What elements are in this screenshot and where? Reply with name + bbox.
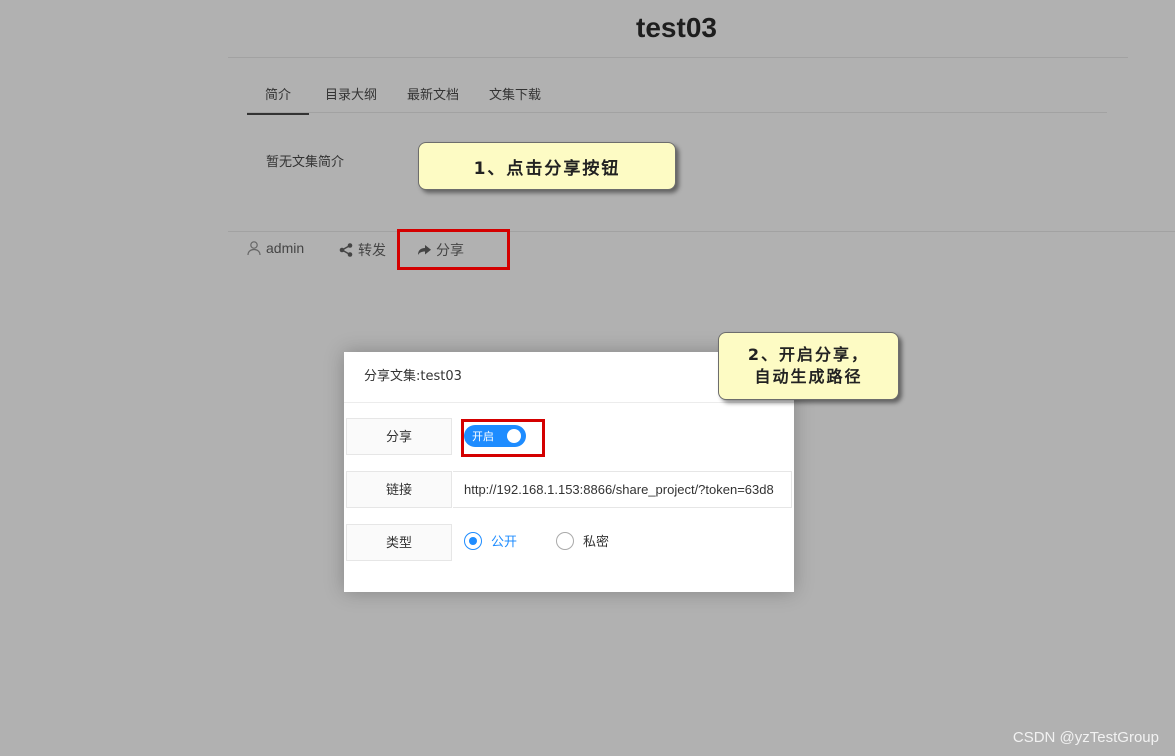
page-title: test03	[636, 12, 717, 43]
share-link-field[interactable]: http://192.168.1.153:8866/share_project/…	[453, 471, 792, 508]
radio-public-label: 公开	[491, 535, 518, 550]
tab-divider	[247, 112, 1107, 113]
title-divider	[228, 57, 1128, 58]
watermark: CSDN @yzTestGroup	[1012, 729, 1159, 746]
author-info: admin	[246, 240, 304, 256]
author-name: admin	[266, 240, 305, 256]
tab-outline[interactable]: 目录大纲	[325, 80, 377, 115]
type-row-label: 类型	[346, 524, 452, 561]
share-row: 分享 开启	[346, 418, 792, 455]
type-row: 类型 公开 私密	[346, 524, 792, 561]
link-row: 链接 http://192.168.1.153:8866/share_proje…	[346, 471, 792, 508]
user-icon	[246, 240, 262, 256]
highlight-share-toggle	[461, 419, 545, 457]
type-row-field: 公开 私密	[453, 524, 792, 561]
tab-intro[interactable]: 简介	[247, 80, 310, 115]
radio-public[interactable]: 公开	[464, 531, 517, 550]
radio-private[interactable]: 私密	[556, 531, 609, 550]
share-row-label: 分享	[346, 418, 452, 455]
tab-download[interactable]: 文集下载	[489, 80, 541, 115]
radio-private-label: 私密	[583, 535, 610, 550]
radio-private-circle	[556, 531, 574, 550]
forward-label: 转发	[358, 243, 386, 259]
forward-button[interactable]: 转发	[338, 240, 386, 260]
highlight-share-button	[397, 229, 510, 270]
link-row-label: 链接	[346, 471, 452, 508]
callout-step-2: 2、开启分享， 自动生成路径	[718, 332, 899, 400]
radio-public-circle	[464, 531, 482, 550]
share-nodes-icon	[338, 242, 354, 258]
tab-bar: 简介 目录大纲 最新文档 文集下载	[247, 80, 571, 115]
meta-divider	[228, 231, 1175, 232]
tab-latest-docs[interactable]: 最新文档	[407, 80, 459, 115]
callout-step-1: 1、点击分享按钮	[418, 142, 676, 190]
intro-text: 暂无文集简介	[266, 155, 345, 170]
